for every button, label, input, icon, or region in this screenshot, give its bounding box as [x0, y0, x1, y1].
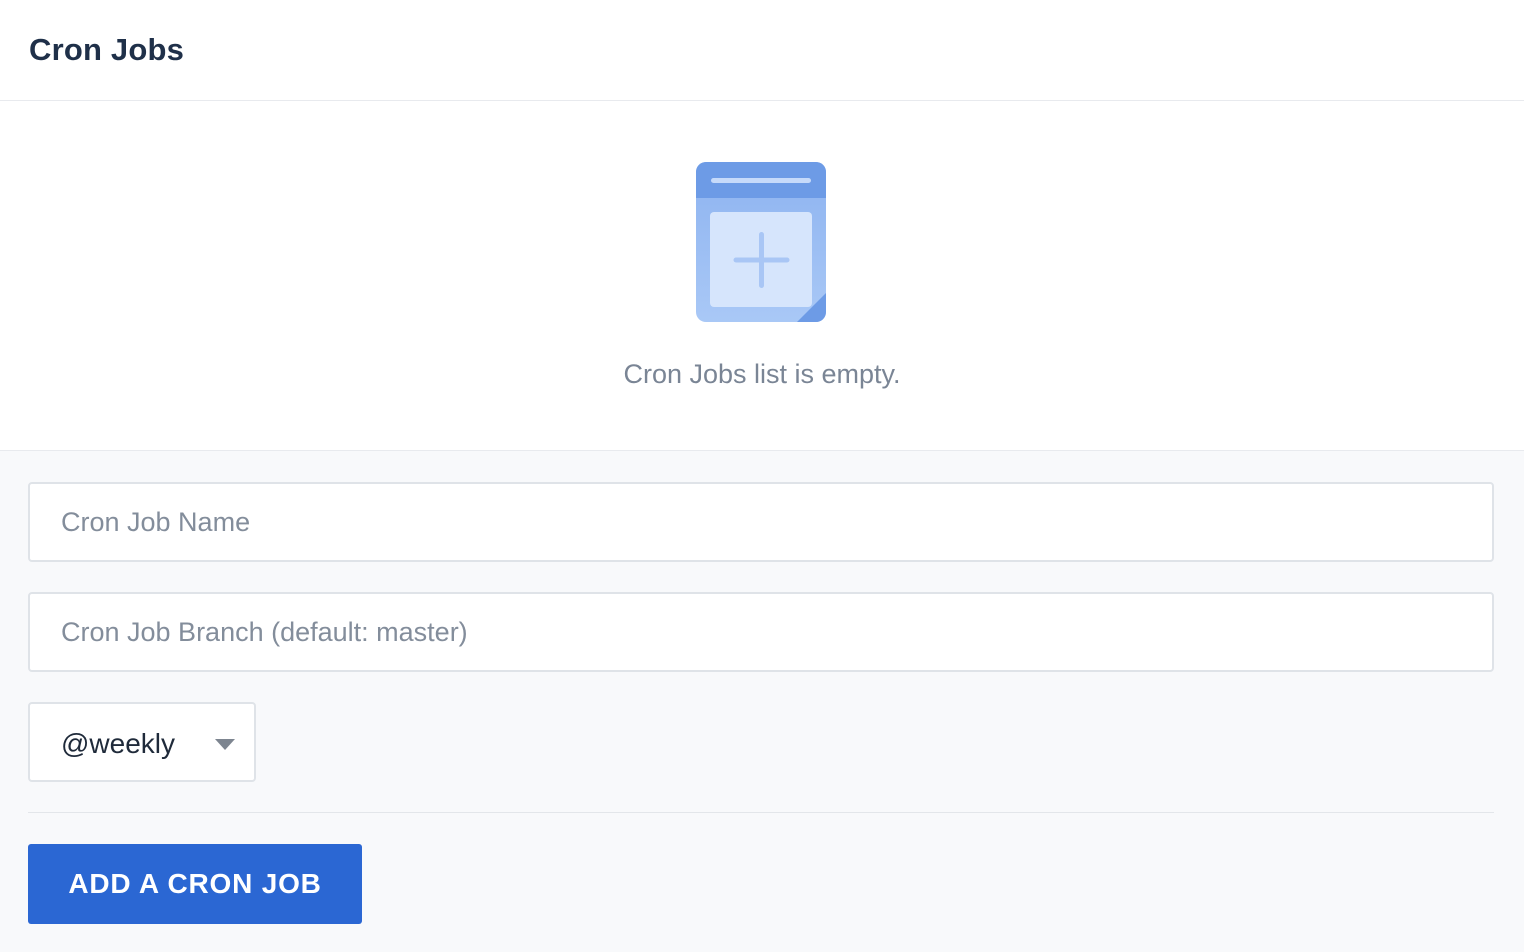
schedule-selected-value: @weekly — [61, 728, 176, 759]
add-cron-job-button[interactable]: ADD A CRON JOB — [28, 844, 362, 924]
chevron-down-icon — [215, 739, 235, 750]
empty-message: Cron Jobs list is empty. — [623, 359, 901, 389]
schedule-select[interactable]: @weekly — [28, 702, 256, 782]
cron-job-name-input[interactable] — [28, 482, 1494, 562]
cron-jobs-panel: Cron Jobs Cron Jobs list is empty. @week… — [0, 0, 1524, 952]
cron-job-branch-input[interactable] — [28, 592, 1494, 672]
form-divider — [28, 812, 1494, 813]
panel-header: Cron Jobs — [0, 0, 1524, 101]
page-title: Cron Jobs — [29, 32, 185, 67]
empty-state: Cron Jobs list is empty. — [0, 101, 1524, 451]
add-document-icon — [696, 162, 826, 322]
add-cron-job-form: @weekly ADD A CRON JOB — [0, 451, 1524, 952]
